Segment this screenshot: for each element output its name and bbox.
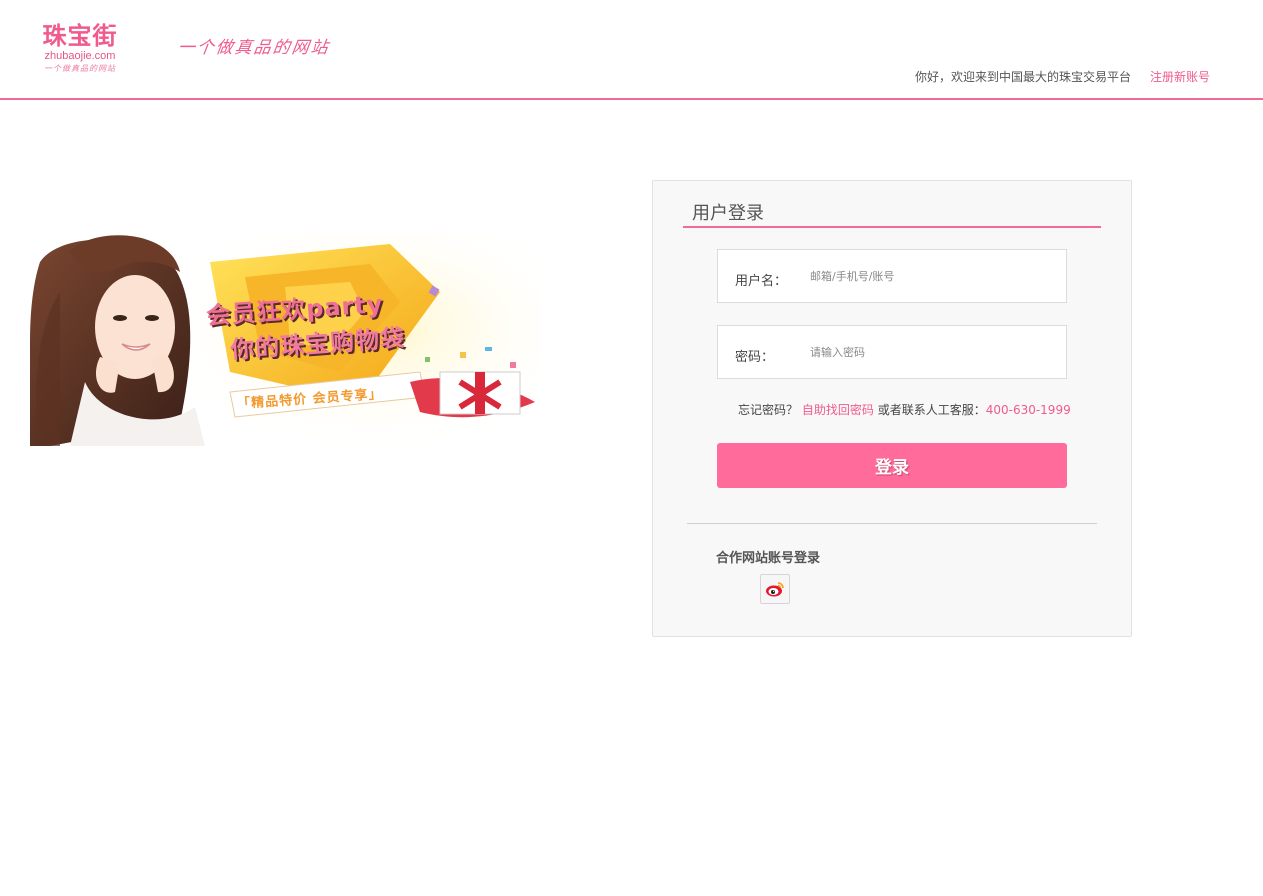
logo-name: 珠宝街 xyxy=(42,21,118,50)
site-logo[interactable]: 珠宝街 zhubaojie.com 一个做真品的网站 xyxy=(30,22,130,78)
register-link[interactable]: 注册新账号 xyxy=(1150,68,1210,85)
login-title: 用户登录 xyxy=(692,203,764,224)
weibo-login-button[interactable] xyxy=(760,574,790,604)
weibo-icon xyxy=(766,582,784,597)
forgot-prefix: 忘记密码？ xyxy=(738,403,799,417)
username-input[interactable] xyxy=(810,265,1050,287)
password-label: 密码： xyxy=(735,350,775,365)
forgot-middle: 或者联系人工客服： xyxy=(877,403,986,417)
header-slogan: 一个做真品的网站 xyxy=(176,38,332,58)
forgot-password-row: 忘记密码？ 自助找回密码 或者联系人工客服：400-630-1999 xyxy=(738,401,1071,418)
logo-domain: zhubaojie.com xyxy=(44,50,116,62)
welcome-text: 你好，欢迎来到中国最大的珠宝交易平台 xyxy=(915,70,1132,84)
promo-banner: 会员狂欢party 你的珠宝购物袋 「精品特价 会员专享」 xyxy=(30,232,542,446)
login-panel: 用户登录 用户名： 密码： 忘记密码？ 自助找回密码 或者联系人工客服：400-… xyxy=(652,180,1132,637)
login-button[interactable]: 登录 xyxy=(717,443,1067,488)
title-underline xyxy=(683,226,1101,228)
password-input[interactable] xyxy=(810,341,1050,363)
divider xyxy=(687,523,1097,524)
password-field[interactable]: 密码： xyxy=(717,325,1067,379)
recover-password-link[interactable]: 自助找回密码 xyxy=(802,403,874,417)
username-field[interactable]: 用户名： xyxy=(717,249,1067,303)
username-label: 用户名： xyxy=(735,274,788,289)
logo-slogan: 一个做真品的网站 xyxy=(44,64,116,73)
site-header: 珠宝街 zhubaojie.com 一个做真品的网站 一个做真品的网站 你好，欢… xyxy=(0,0,1263,100)
hotline-number: 400-630-1999 xyxy=(985,403,1071,417)
partner-login-title: 合作网站账号登录 xyxy=(716,551,821,566)
